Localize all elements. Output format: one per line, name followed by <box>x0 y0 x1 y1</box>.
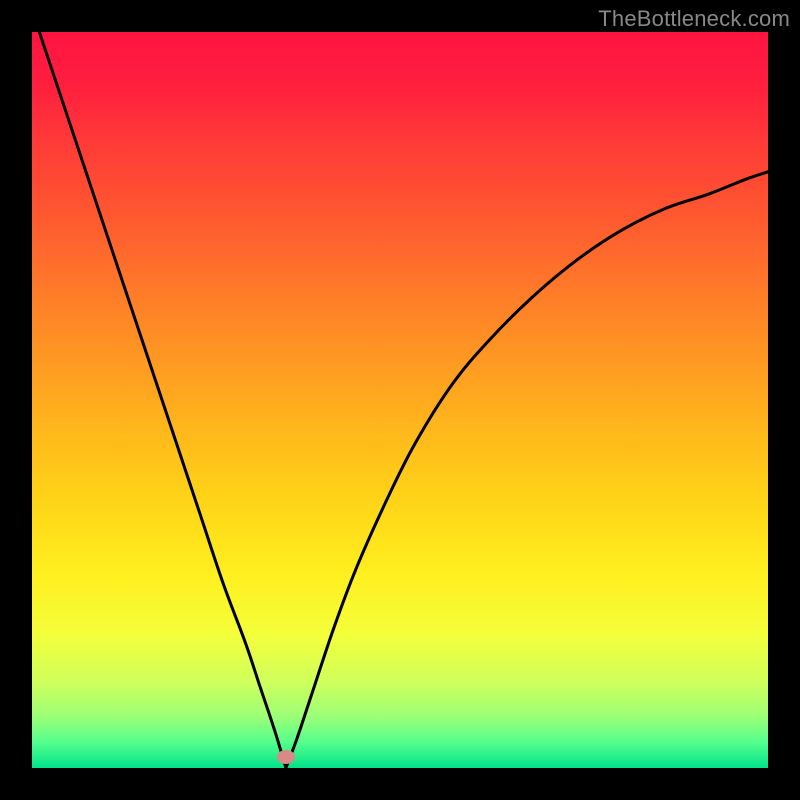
plot-area <box>32 32 768 768</box>
bottleneck-curve <box>32 32 768 768</box>
optimum-marker <box>277 750 295 764</box>
chart-container: TheBottleneck.com <box>0 0 800 800</box>
watermark-text: TheBottleneck.com <box>598 6 790 32</box>
curve-layer <box>32 32 768 768</box>
